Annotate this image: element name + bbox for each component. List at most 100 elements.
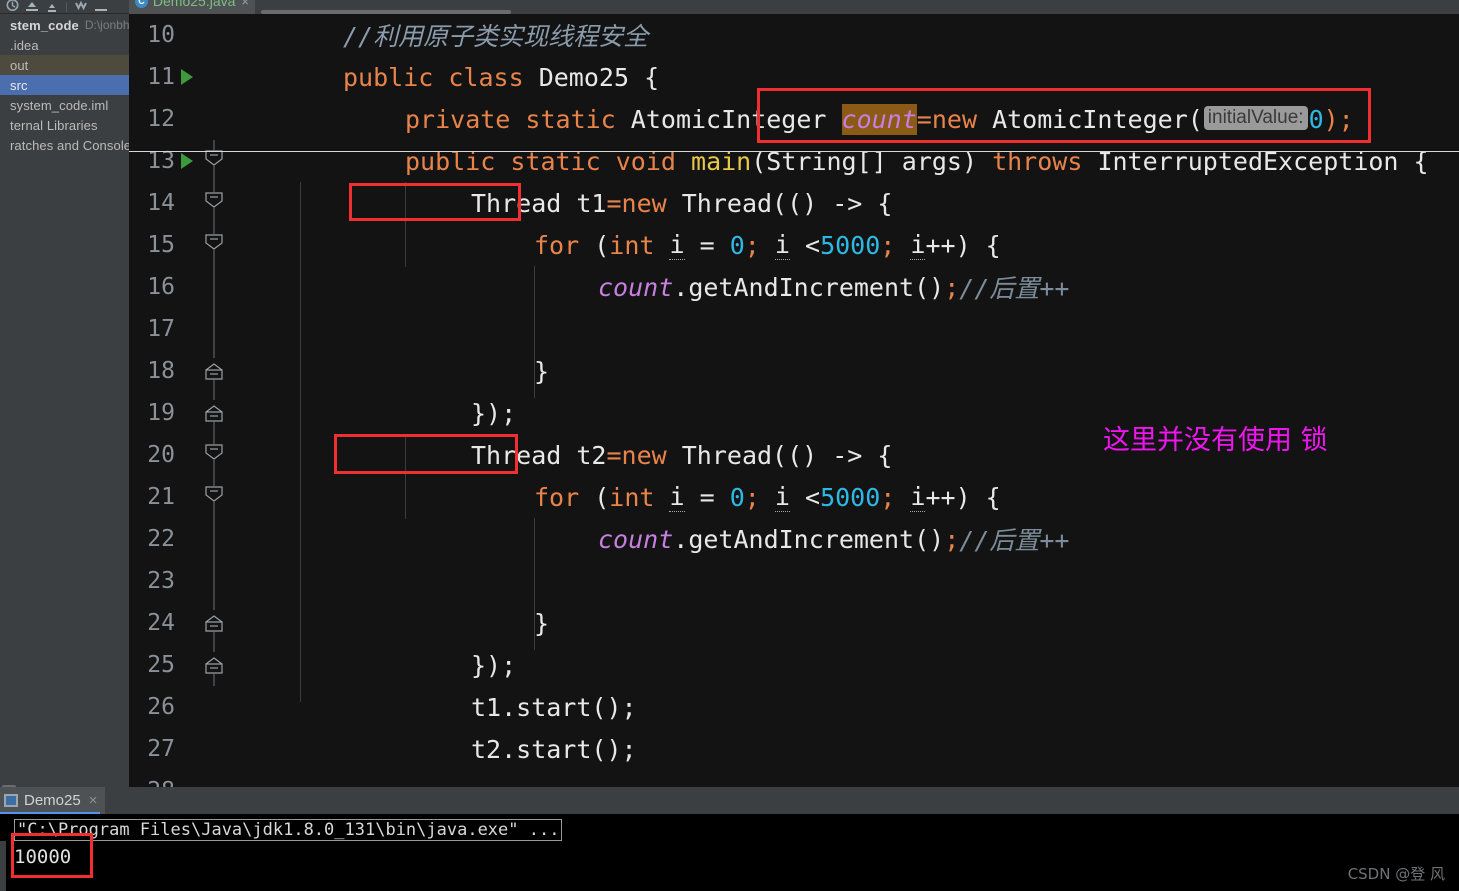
assign-operator: = [606, 440, 622, 470]
ide-window: stem_code D:\jonbhel .idea out src syste… [0, 0, 1459, 891]
fold-marker-close[interactable] [199, 392, 229, 434]
line-number: 10 [147, 22, 175, 48]
run-class-icon[interactable] [175, 68, 199, 86]
code-line-16: count .getAndIncrement();//后置++ [598, 266, 1069, 308]
line-number: 28 [129, 778, 175, 787]
field-count: count [598, 524, 674, 554]
paren-open: ( [579, 482, 610, 512]
fold-marker-open[interactable] [199, 476, 229, 518]
semicolon: ; [944, 524, 960, 554]
close-brace: } [534, 608, 550, 638]
field-count-selected: count [841, 103, 917, 135]
tree-item-label: stem_code [10, 17, 79, 33]
console-icon [4, 794, 18, 807]
gutter-row: 20 [129, 434, 239, 476]
expand-all-icon[interactable] [42, 0, 62, 13]
fold-marker-close[interactable] [199, 350, 229, 392]
run-tab-bar: Demo25 × [0, 787, 1459, 814]
tree-item-iml-file[interactable]: system_code.iml [0, 95, 129, 115]
variable-i: i [774, 482, 790, 512]
tree-item-idea[interactable]: .idea [0, 35, 129, 55]
thread-t2-declaration: Thread t2 [471, 440, 607, 470]
keyword-class: class [448, 62, 524, 92]
parameter-hint-initialvalue: initialValue: [1203, 106, 1308, 130]
collapse-all-icon[interactable] [22, 0, 42, 13]
annotation-note-no-lock: 这里并没有使用 锁 [1103, 425, 1328, 456]
statement-end: ); [1323, 104, 1354, 134]
code-line-10: //利用原子类实现线程安全 [343, 14, 648, 56]
run-tab-label: Demo25 [24, 792, 81, 809]
gutter-row: 19 [129, 392, 239, 434]
tree-item-src[interactable]: src [0, 75, 129, 95]
method-call-getandincrement: .getAndIncrement() [673, 272, 945, 302]
literal-zero: 0 [729, 482, 745, 512]
gutter-row: 12 [129, 98, 239, 140]
literal-zero: 0 [729, 230, 745, 260]
editor-gutter[interactable]: 10 11 12 13 14 15 16 17 18 19 20 21 22 2… [129, 14, 239, 787]
variable-i: i [774, 230, 790, 260]
keyword-int: int [609, 230, 655, 260]
console-output[interactable]: "C:\Program Files\Java\jdk1.8.0_131\bin\… [0, 814, 1459, 891]
gutter-row: 17 [129, 308, 239, 350]
fold-marker-open[interactable] [199, 434, 229, 476]
keyword-new: new [931, 104, 978, 134]
assign-operator: = [606, 188, 622, 218]
hide-panel-icon[interactable] [91, 0, 111, 13]
keyword-new: new [621, 188, 667, 218]
java-class-icon: C [135, 0, 148, 8]
trailing-comment: //后置++ [959, 526, 1070, 555]
fold-line [199, 560, 229, 602]
fold-marker-open[interactable] [199, 140, 229, 182]
variable-i: i [910, 482, 926, 512]
run-tab-demo25[interactable]: Demo25 × [0, 787, 106, 814]
code-line-18: } [534, 350, 549, 392]
line-number: 15 [147, 232, 175, 258]
tree-item-out[interactable]: out [0, 55, 129, 75]
code-line-11: public class Demo25 { [343, 56, 659, 98]
code-line-19: }); [471, 392, 516, 434]
fold-marker-close[interactable] [199, 644, 229, 686]
variable-i: i [910, 230, 926, 260]
statement-t2-start: t2.start(); [471, 734, 637, 764]
code-editor[interactable]: 10 11 12 13 14 15 16 17 18 19 20 21 22 2… [129, 14, 1459, 787]
close-icon[interactable]: × [89, 792, 98, 809]
fold-marker-open[interactable] [199, 182, 229, 224]
project-tree: stem_code D:\jonbhel .idea out src syste… [0, 15, 129, 155]
semicolon: ; [944, 272, 960, 302]
code-text-area[interactable]: //利用原子类实现线程安全 public class Demo25 { priv… [239, 14, 1459, 787]
settings-gear-icon[interactable] [71, 0, 91, 13]
tree-item-path: D:\jonbhel [84, 18, 129, 32]
semicolon: ; [744, 482, 760, 512]
line-number: 11 [147, 64, 175, 90]
close-brace: } [534, 356, 550, 386]
keyword-public: public [343, 62, 434, 92]
line-number: 22 [147, 526, 175, 552]
line-number: 18 [147, 358, 175, 384]
folder-orange-icon [0, 59, 7, 71]
line-number: 12 [147, 106, 175, 132]
trailing-comment: //后置++ [959, 274, 1070, 303]
tree-item-project-root[interactable]: stem_code D:\jonbhel [0, 15, 129, 35]
fold-marker-open[interactable] [199, 224, 229, 266]
tree-item-scratches-and-consoles[interactable]: ratches and Consoles [0, 135, 129, 155]
open-brace: { [644, 62, 660, 92]
semicolon: ; [880, 482, 896, 512]
tab-demo25-java[interactable]: C Demo25.java × [129, 0, 255, 14]
code-line-26: t1.start(); [471, 686, 637, 728]
gutter-row: 22 [129, 518, 239, 560]
console-command-line: "C:\Program Files\Java\jdk1.8.0_131\bin\… [14, 819, 563, 841]
fold-marker-close[interactable] [199, 602, 229, 644]
fold-line [199, 266, 229, 308]
vcs-update-icon[interactable] [2, 0, 22, 13]
tree-item-label: src [10, 77, 28, 93]
keyword-new: new [621, 440, 667, 470]
gutter-row: 14 [129, 182, 239, 224]
file-icon [0, 99, 7, 111]
close-icon[interactable]: × [241, 0, 249, 9]
tree-item-external-libraries[interactable]: ternal Libraries [0, 115, 129, 135]
lambda-start: Thread(() -> { [666, 188, 893, 218]
run-main-icon[interactable] [175, 152, 199, 170]
line-number: 20 [147, 442, 175, 468]
folder-gray-icon [0, 39, 7, 51]
less-than-operator: < [789, 482, 821, 512]
